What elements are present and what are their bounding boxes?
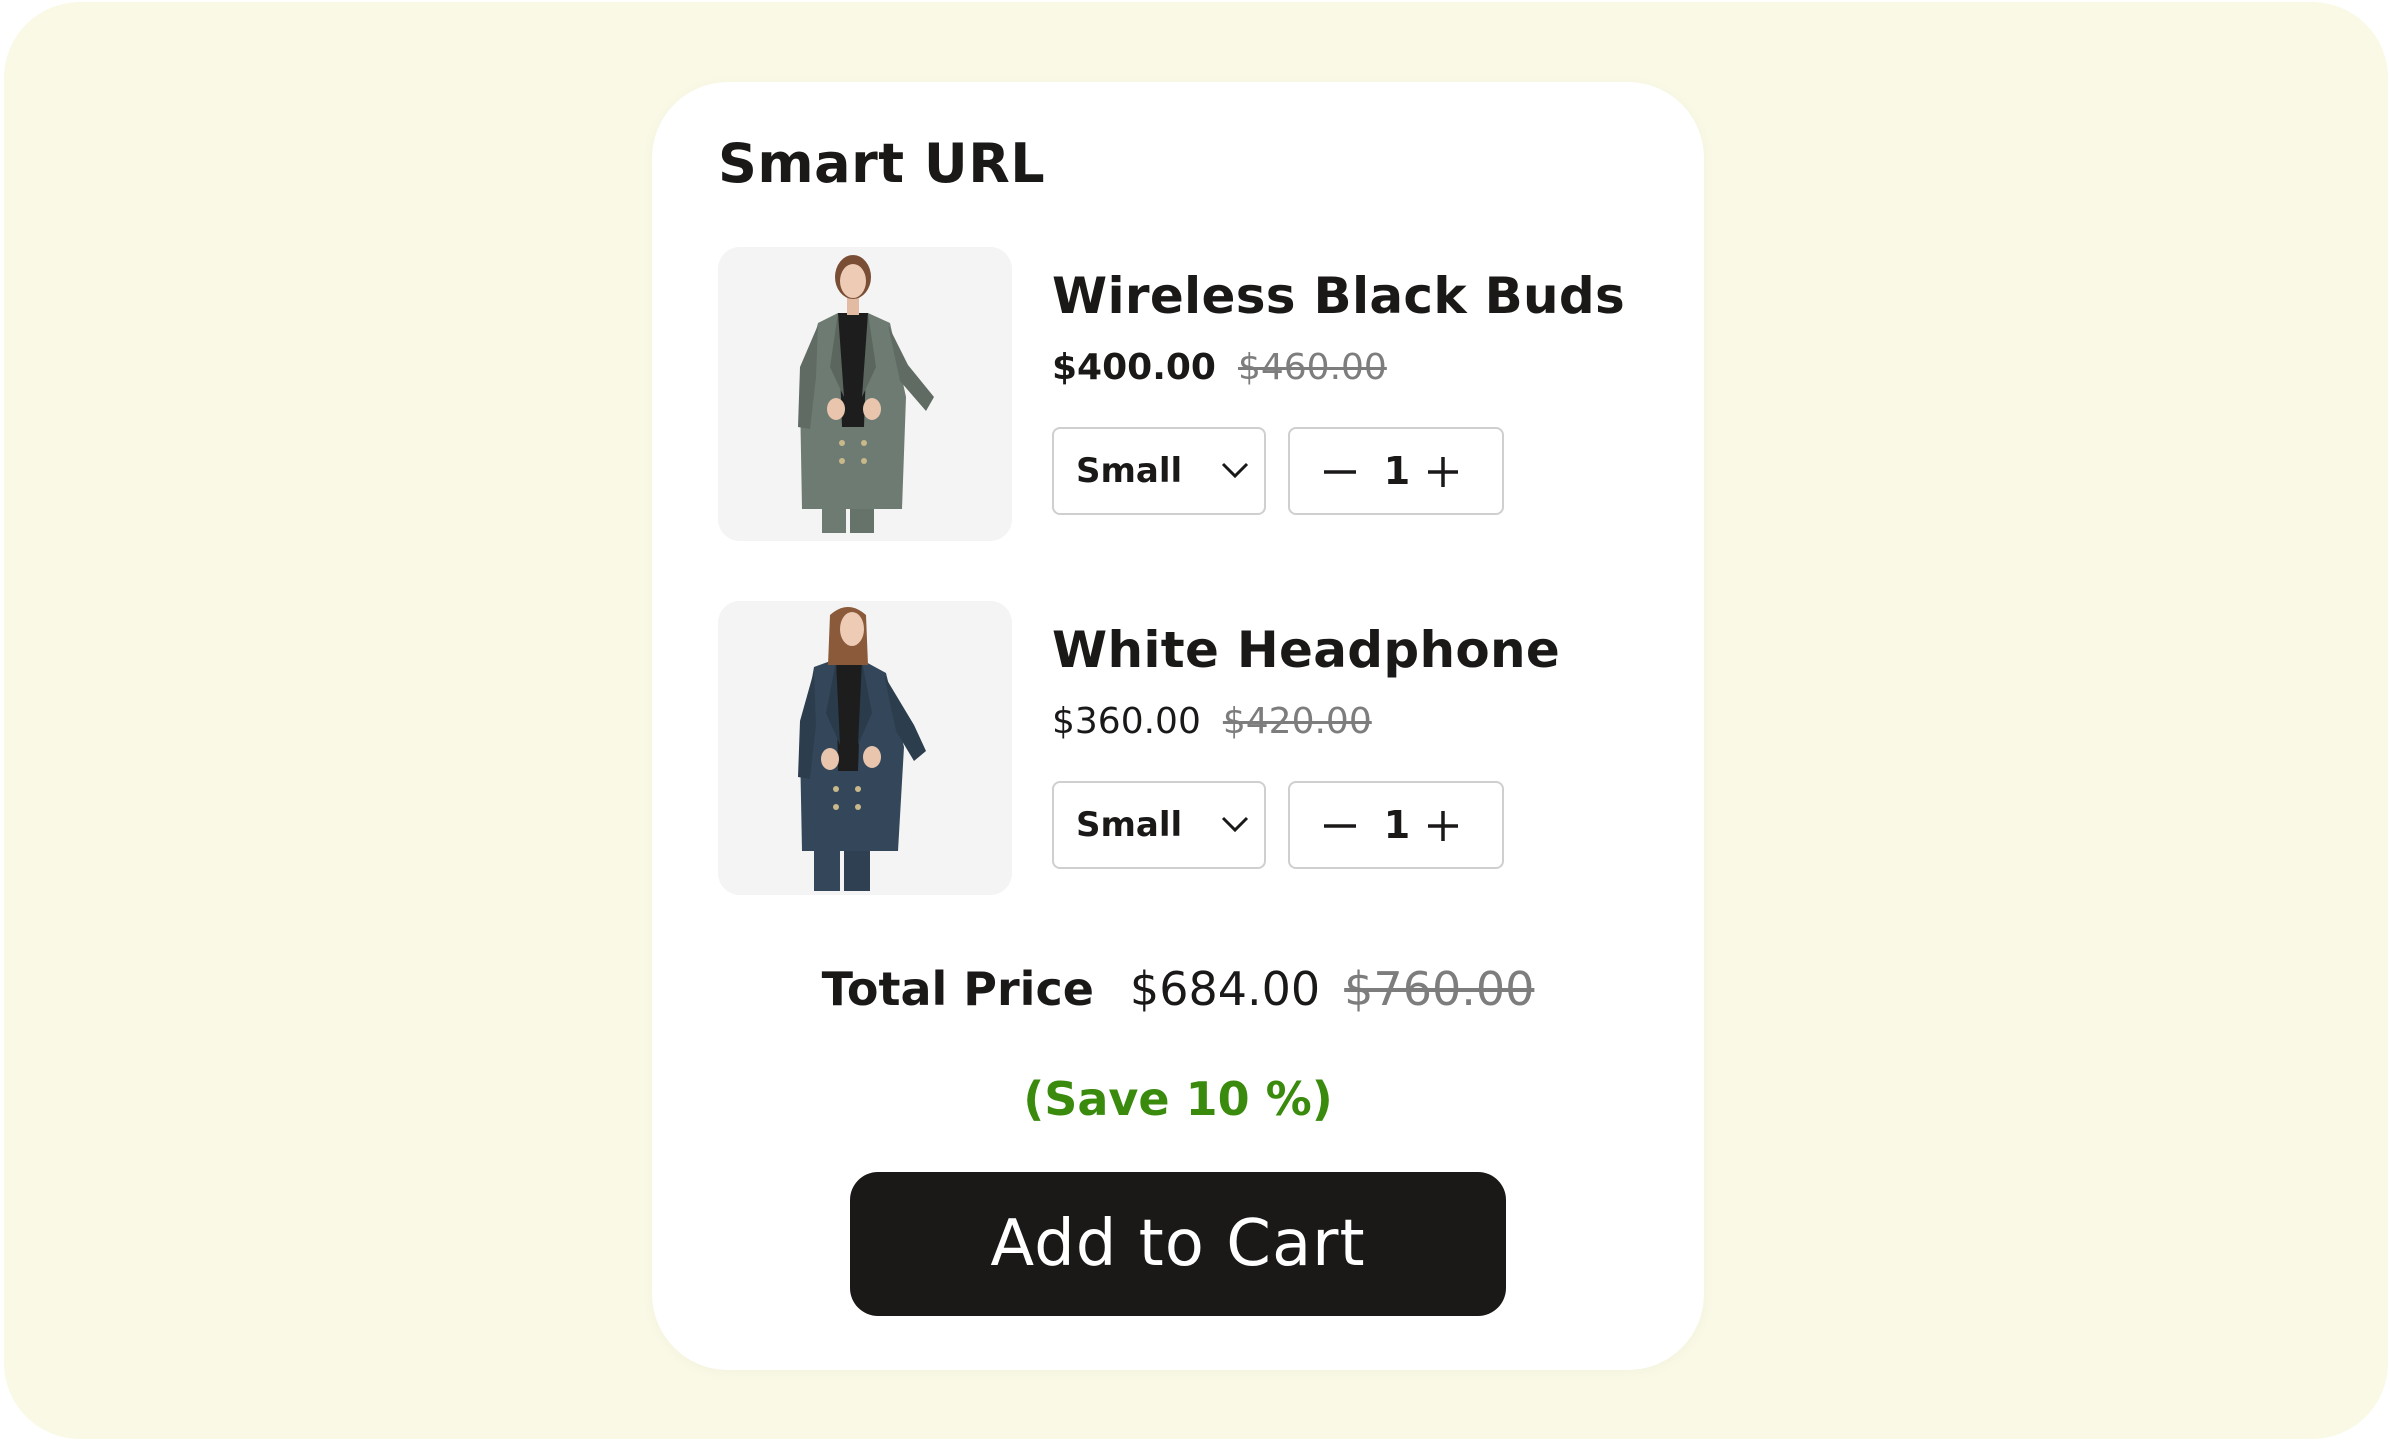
- page-background: Smart URL Wireless Black Buds $400.00 $4…: [4, 2, 2388, 1439]
- size-select-value: Small: [1076, 451, 1183, 491]
- product-price-row: $400.00 $460.00: [1052, 347, 1387, 388]
- chevron-down-icon: [1221, 462, 1249, 479]
- minus-icon[interactable]: [1322, 811, 1358, 841]
- product-compare-price: $420.00: [1222, 701, 1372, 742]
- total-compare-price: $760.00: [1344, 962, 1535, 1016]
- total-price-row: Total Price $684.00 $760.00: [652, 962, 1704, 1016]
- quantity-stepper: 1: [1288, 781, 1504, 869]
- quantity-stepper: 1: [1288, 427, 1504, 515]
- quantity-value: 1: [1383, 803, 1411, 847]
- product-title[interactable]: Wireless Black Buds: [1052, 267, 1625, 325]
- plus-icon[interactable]: [1426, 809, 1460, 843]
- total-price-label: Total Price: [821, 962, 1094, 1016]
- plus-icon[interactable]: [1426, 455, 1460, 489]
- card-title: Smart URL: [718, 132, 1046, 195]
- add-to-cart-button[interactable]: Add to Cart: [850, 1172, 1506, 1316]
- navy-blazer-model-image: [718, 601, 1012, 895]
- size-select-value: Small: [1076, 805, 1183, 845]
- size-select[interactable]: Small: [1052, 781, 1266, 869]
- product-title[interactable]: White Headphone: [1052, 621, 1560, 679]
- product-price: $360.00: [1052, 701, 1201, 742]
- product-bundle-card: Smart URL Wireless Black Buds $400.00 $4…: [652, 82, 1704, 1370]
- quantity-value: 1: [1383, 449, 1411, 493]
- size-select[interactable]: Small: [1052, 427, 1266, 515]
- product-image[interactable]: [718, 247, 1012, 541]
- product-compare-price: $460.00: [1237, 347, 1387, 388]
- savings-text: (Save 10 %): [1023, 1072, 1333, 1126]
- product-item: White Headphone $360.00 $420.00 Small 1: [718, 601, 1658, 897]
- product-item: Wireless Black Buds $400.00 $460.00 Small…: [718, 247, 1658, 543]
- product-image[interactable]: [718, 601, 1012, 895]
- product-price-row: $360.00 $420.00: [1052, 701, 1372, 742]
- minus-icon[interactable]: [1322, 457, 1358, 487]
- total-price: $684.00: [1129, 962, 1321, 1016]
- gray-blazer-model-image: [718, 247, 1012, 541]
- product-price: $400.00: [1052, 347, 1216, 388]
- chevron-down-icon: [1221, 816, 1249, 833]
